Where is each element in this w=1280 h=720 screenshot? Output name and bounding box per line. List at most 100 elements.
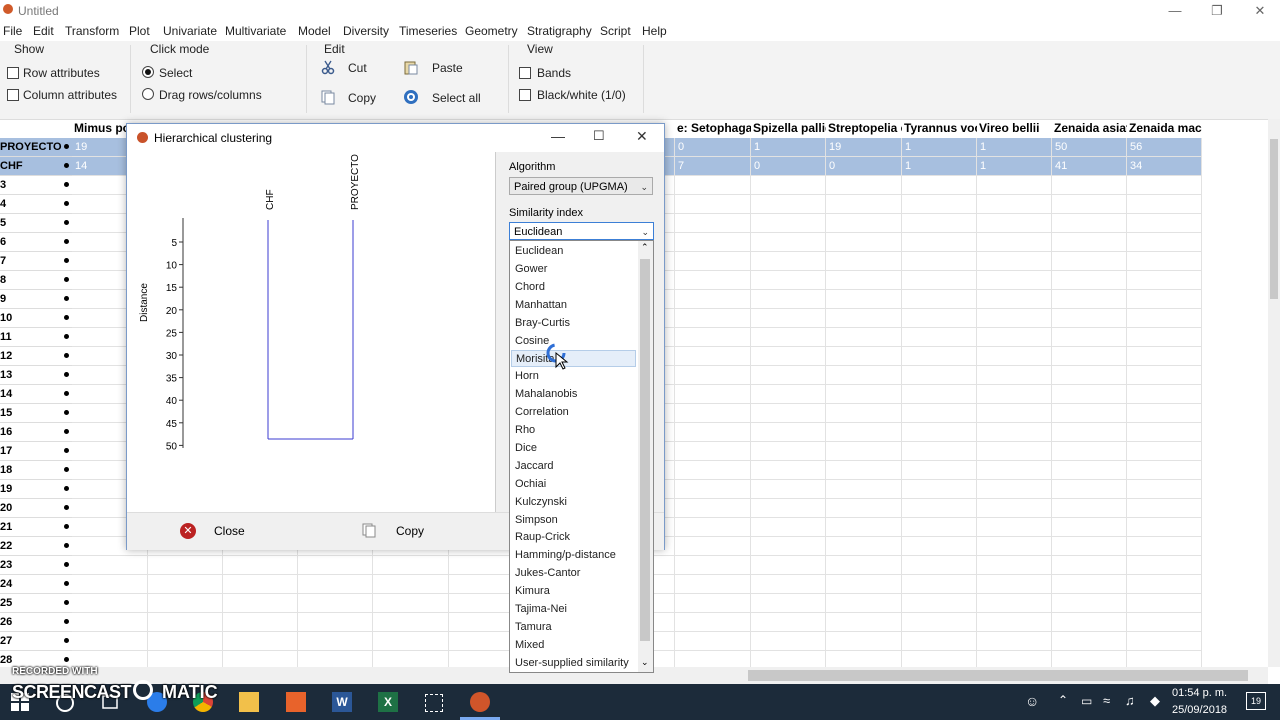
table-cell[interactable] [373,556,449,575]
table-cell[interactable] [1127,385,1202,404]
chevron-up-icon[interactable]: ⌃ [641,242,649,253]
similarity-option[interactable]: User-supplied similarity [511,655,636,672]
menu-geometry[interactable]: Geometry [465,24,518,38]
chevron-down-icon[interactable]: ⌄ [641,657,649,668]
row-header[interactable]: 19 [0,480,72,499]
table-cell[interactable] [1052,233,1127,252]
table-cell[interactable] [675,423,751,442]
table-cell[interactable] [751,461,826,480]
table-cell[interactable] [373,632,449,651]
table-cell[interactable] [977,575,1052,594]
similarity-option[interactable]: Simpson [511,512,636,529]
table-cell[interactable] [148,613,223,632]
table-cell[interactable]: 56 [1127,138,1202,157]
table-cell[interactable] [1127,499,1202,518]
row-header[interactable]: 9 [0,290,72,309]
table-cell[interactable] [298,651,373,667]
table-cell[interactable] [1127,195,1202,214]
close-icon[interactable]: ✕ [1250,2,1270,20]
table-cell[interactable] [902,271,977,290]
row-header[interactable]: 13 [0,366,72,385]
table-cell[interactable] [826,594,902,613]
row-header[interactable]: 3 [0,176,72,195]
table-cell[interactable] [977,214,1052,233]
table-cell[interactable] [1127,651,1202,667]
menu-help[interactable]: Help [642,24,667,38]
table-cell[interactable] [675,271,751,290]
similarity-option[interactable]: Kulczynski [511,494,636,511]
row-header[interactable]: 23 [0,556,72,575]
table-cell[interactable]: 1 [977,157,1052,176]
table-cell[interactable] [298,556,373,575]
table-cell[interactable] [977,195,1052,214]
table-cell[interactable]: 0 [675,138,751,157]
table-cell[interactable] [1127,347,1202,366]
table-cell[interactable] [902,252,977,271]
excel-icon[interactable]: X [378,692,398,712]
table-cell[interactable] [298,594,373,613]
dropdown-scrollbar[interactable]: ⌃ ⌄ [638,241,653,672]
menu-model[interactable]: Model [298,24,331,38]
table-cell[interactable] [977,442,1052,461]
table-cell[interactable] [902,385,977,404]
row-header[interactable]: PROYECTO [0,138,72,157]
table-cell[interactable] [298,575,373,594]
table-cell[interactable] [1127,480,1202,499]
table-cell[interactable] [902,366,977,385]
file-explorer-icon[interactable] [239,692,259,712]
table-cell[interactable] [826,347,902,366]
table-cell[interactable] [902,537,977,556]
select-all-icon[interactable] [403,89,419,105]
table-cell[interactable] [826,575,902,594]
table-cell[interactable] [751,613,826,632]
close-button[interactable]: Close [214,524,245,538]
table-cell[interactable] [675,575,751,594]
table-cell[interactable] [1127,594,1202,613]
row-header[interactable]: 5 [0,214,72,233]
table-cell[interactable] [72,632,148,651]
row-header[interactable]: 7 [0,252,72,271]
table-cell[interactable] [373,613,449,632]
table-cell[interactable] [826,328,902,347]
table-cell[interactable] [675,594,751,613]
table-cell[interactable]: 1 [977,138,1052,157]
similarity-option[interactable]: Manhattan [511,297,636,314]
table-cell[interactable] [675,328,751,347]
table-cell[interactable] [1052,575,1127,594]
table-cell[interactable] [675,290,751,309]
similarity-option[interactable]: Mixed [511,637,636,654]
chevron-up-icon[interactable]: ⌃ [1058,693,1068,707]
menu-multivariate[interactable]: Multivariate [225,24,286,38]
table-cell[interactable] [1052,480,1127,499]
table-cell[interactable] [675,385,751,404]
close-circle-icon[interactable]: ✕ [180,523,196,539]
table-cell[interactable] [373,575,449,594]
row-header[interactable]: 15 [0,404,72,423]
menu-stratigraphy[interactable]: Stratigraphy [527,24,592,38]
table-cell[interactable] [826,309,902,328]
table-cell[interactable] [298,632,373,651]
table-cell[interactable] [826,290,902,309]
table-cell[interactable] [751,423,826,442]
table-cell[interactable] [675,214,751,233]
table-cell[interactable] [902,651,977,667]
table-cell[interactable] [675,233,751,252]
table-cell[interactable] [72,556,148,575]
past-app-icon[interactable] [470,692,490,712]
similarity-option[interactable]: Bray-Curtis [511,315,636,332]
table-cell[interactable] [1127,233,1202,252]
table-cell[interactable] [826,252,902,271]
drag-radio[interactable] [142,88,154,100]
column-header[interactable]: Vireo bellii [977,119,1052,137]
table-cell[interactable] [1052,556,1127,575]
similarity-option[interactable]: Euclidean [511,243,636,260]
minimize-icon[interactable]: — [1165,2,1185,20]
table-cell[interactable] [1052,195,1127,214]
people-icon[interactable]: ☺ [1025,693,1039,709]
table-cell[interactable] [148,575,223,594]
similarity-option[interactable]: Cosine [511,333,636,350]
table-cell[interactable] [977,328,1052,347]
row-header[interactable]: 17 [0,442,72,461]
restore-icon[interactable]: ❐ [1207,2,1227,20]
table-cell[interactable] [675,537,751,556]
